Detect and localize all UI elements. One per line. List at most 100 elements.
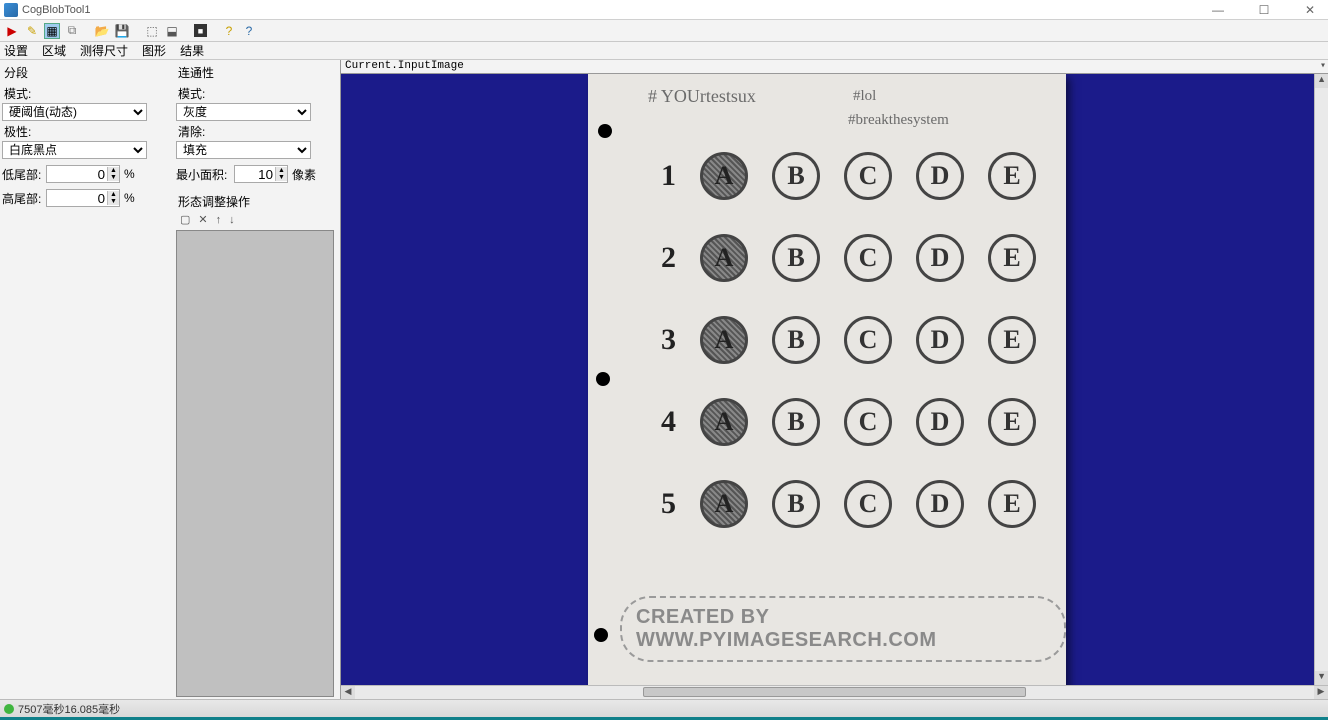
scroll-left-icon[interactable]: ◀: [341, 686, 355, 699]
hightail-spin[interactable]: ▲▼: [46, 189, 120, 207]
scroll-up-icon[interactable]: ▲: [1315, 74, 1328, 88]
lowtail-unit: %: [124, 167, 135, 181]
image-canvas[interactable]: # YOUrtestsux #lol #breakthesystem CREAT…: [341, 74, 1314, 685]
answer-bubble: A: [700, 398, 748, 446]
answer-bubble: E: [988, 480, 1036, 528]
scroll-down-icon[interactable]: ▼: [1315, 671, 1328, 685]
handwriting-2: #lol: [853, 88, 876, 105]
edit-icon[interactable]: ✎: [24, 23, 40, 39]
question-row: 3ABCDE: [656, 316, 1036, 364]
answer-bubble: D: [916, 316, 964, 364]
lowtail-up[interactable]: ▲: [107, 167, 119, 174]
question-number: 3: [656, 323, 676, 357]
scroll-thumb[interactable]: [643, 687, 1027, 697]
hightail-unit: %: [124, 191, 135, 205]
registration-dot-bot: [594, 628, 608, 642]
polarity-label: 极性:: [4, 123, 172, 140]
minarea-down[interactable]: ▼: [275, 174, 287, 181]
question-row: 5ABCDE: [656, 480, 1036, 528]
segment-header: 分段: [4, 64, 172, 81]
minimize-button[interactable]: —: [1204, 3, 1232, 17]
save-icon[interactable]: 💾: [114, 23, 130, 39]
watermark: CREATED BY WWW.PYIMAGESEARCH.COM: [620, 596, 1066, 662]
titlebar: CogBlobTool1 — ☐ ✕: [0, 0, 1328, 20]
image-caption-text: Current.InputImage: [345, 60, 464, 72]
tab-results[interactable]: 结果: [180, 42, 204, 59]
answer-bubble: B: [772, 480, 820, 528]
run-icon[interactable]: ▶: [4, 23, 20, 39]
morph-add-icon[interactable]: ▢: [180, 213, 190, 226]
question-row: 4ABCDE: [656, 398, 1036, 446]
tab-region[interactable]: 区域: [42, 42, 66, 59]
answer-bubble: C: [844, 480, 892, 528]
maximize-button[interactable]: ☐: [1250, 3, 1278, 17]
image-out-icon[interactable]: ⬓: [164, 23, 180, 39]
grid-icon[interactable]: ▦: [44, 23, 60, 39]
image-select-dropdown-icon[interactable]: ▾: [1320, 60, 1326, 72]
registration-dot-mid: [596, 372, 610, 386]
open-icon[interactable]: 📂: [94, 23, 110, 39]
statusbar: 7507毫秒16.085毫秒: [0, 699, 1328, 717]
clean-label: 清除:: [178, 123, 334, 140]
lowtail-down[interactable]: ▼: [107, 174, 119, 181]
toolbar: ▶ ✎ ▦ ⧉ 📂 💾 ⬚ ⬓ ■ ? ?: [0, 20, 1328, 42]
clean-select[interactable]: 填充: [176, 141, 311, 159]
help2-icon[interactable]: ?: [241, 23, 257, 39]
handwriting-3: #breakthesystem: [848, 112, 949, 129]
question-number: 4: [656, 405, 676, 439]
answer-bubble: E: [988, 152, 1036, 200]
answer-bubble: D: [916, 152, 964, 200]
lowtail-label: 低尾部:: [2, 166, 44, 183]
settings-panel: 分段 模式: 硬阈值(动态) 极性: 白底黑点 低尾部: ▲▼ % 高尾部: ▲…: [0, 60, 340, 699]
morph-up-icon[interactable]: ↑: [216, 214, 222, 226]
minarea-spin[interactable]: ▲▼: [234, 165, 288, 183]
answer-bubble: C: [844, 234, 892, 282]
morph-down-icon[interactable]: ↓: [229, 214, 235, 226]
morph-op-list[interactable]: [176, 230, 334, 697]
image-in-icon[interactable]: ⬚: [144, 23, 160, 39]
minarea-input[interactable]: [235, 166, 275, 182]
answer-bubble: E: [988, 234, 1036, 282]
image-caption: Current.InputImage ▾: [341, 60, 1328, 74]
mode-select[interactable]: 硬阈值(动态): [2, 103, 147, 121]
hightail-down[interactable]: ▼: [107, 198, 119, 205]
answer-bubble: D: [916, 480, 964, 528]
lowtail-input[interactable]: [47, 166, 107, 182]
answer-bubble: C: [844, 152, 892, 200]
morph-toolbar: ▢ ✕ ↑ ↓: [176, 211, 334, 228]
polarity-select[interactable]: 白底黑点: [2, 141, 147, 159]
tab-graphics[interactable]: 图形: [142, 42, 166, 59]
question-number: 1: [656, 159, 676, 193]
tab-bar: 设置 区域 测得尺寸 图形 结果: [0, 42, 1328, 60]
question-row: 1ABCDE: [656, 152, 1036, 200]
help-icon[interactable]: ?: [221, 23, 237, 39]
status-dot-icon: [4, 704, 14, 714]
close-button[interactable]: ✕: [1296, 3, 1324, 17]
conn-mode-label: 模式:: [178, 85, 334, 102]
morph-delete-icon[interactable]: ✕: [198, 213, 207, 226]
minarea-label: 最小面积:: [176, 166, 232, 183]
vertical-scrollbar[interactable]: ▲ ▼: [1314, 74, 1328, 685]
minarea-up[interactable]: ▲: [275, 167, 287, 174]
hightail-label: 高尾部:: [2, 190, 44, 207]
answer-bubble: C: [844, 398, 892, 446]
question-row: 2ABCDE: [656, 234, 1036, 282]
hightail-input[interactable]: [47, 190, 107, 206]
answer-bubble: A: [700, 316, 748, 364]
answer-bubble: B: [772, 152, 820, 200]
horizontal-scrollbar[interactable]: ◀ ▶: [341, 685, 1328, 699]
copy-icon[interactable]: ⧉: [64, 23, 80, 39]
answer-bubble: B: [772, 316, 820, 364]
answer-bubble: D: [916, 234, 964, 282]
scroll-right-icon[interactable]: ▶: [1314, 686, 1328, 699]
status-text: 7507毫秒16.085毫秒: [18, 701, 120, 717]
tab-settings[interactable]: 设置: [4, 42, 28, 59]
tab-measure[interactable]: 测得尺寸: [80, 42, 128, 59]
lowtail-spin[interactable]: ▲▼: [46, 165, 120, 183]
stop-icon[interactable]: ■: [194, 24, 207, 37]
conn-mode-select[interactable]: 灰度: [176, 103, 311, 121]
answer-bubble: A: [700, 480, 748, 528]
handwriting-1: # YOUrtestsux: [648, 86, 756, 107]
answer-bubble: A: [700, 234, 748, 282]
hightail-up[interactable]: ▲: [107, 191, 119, 198]
